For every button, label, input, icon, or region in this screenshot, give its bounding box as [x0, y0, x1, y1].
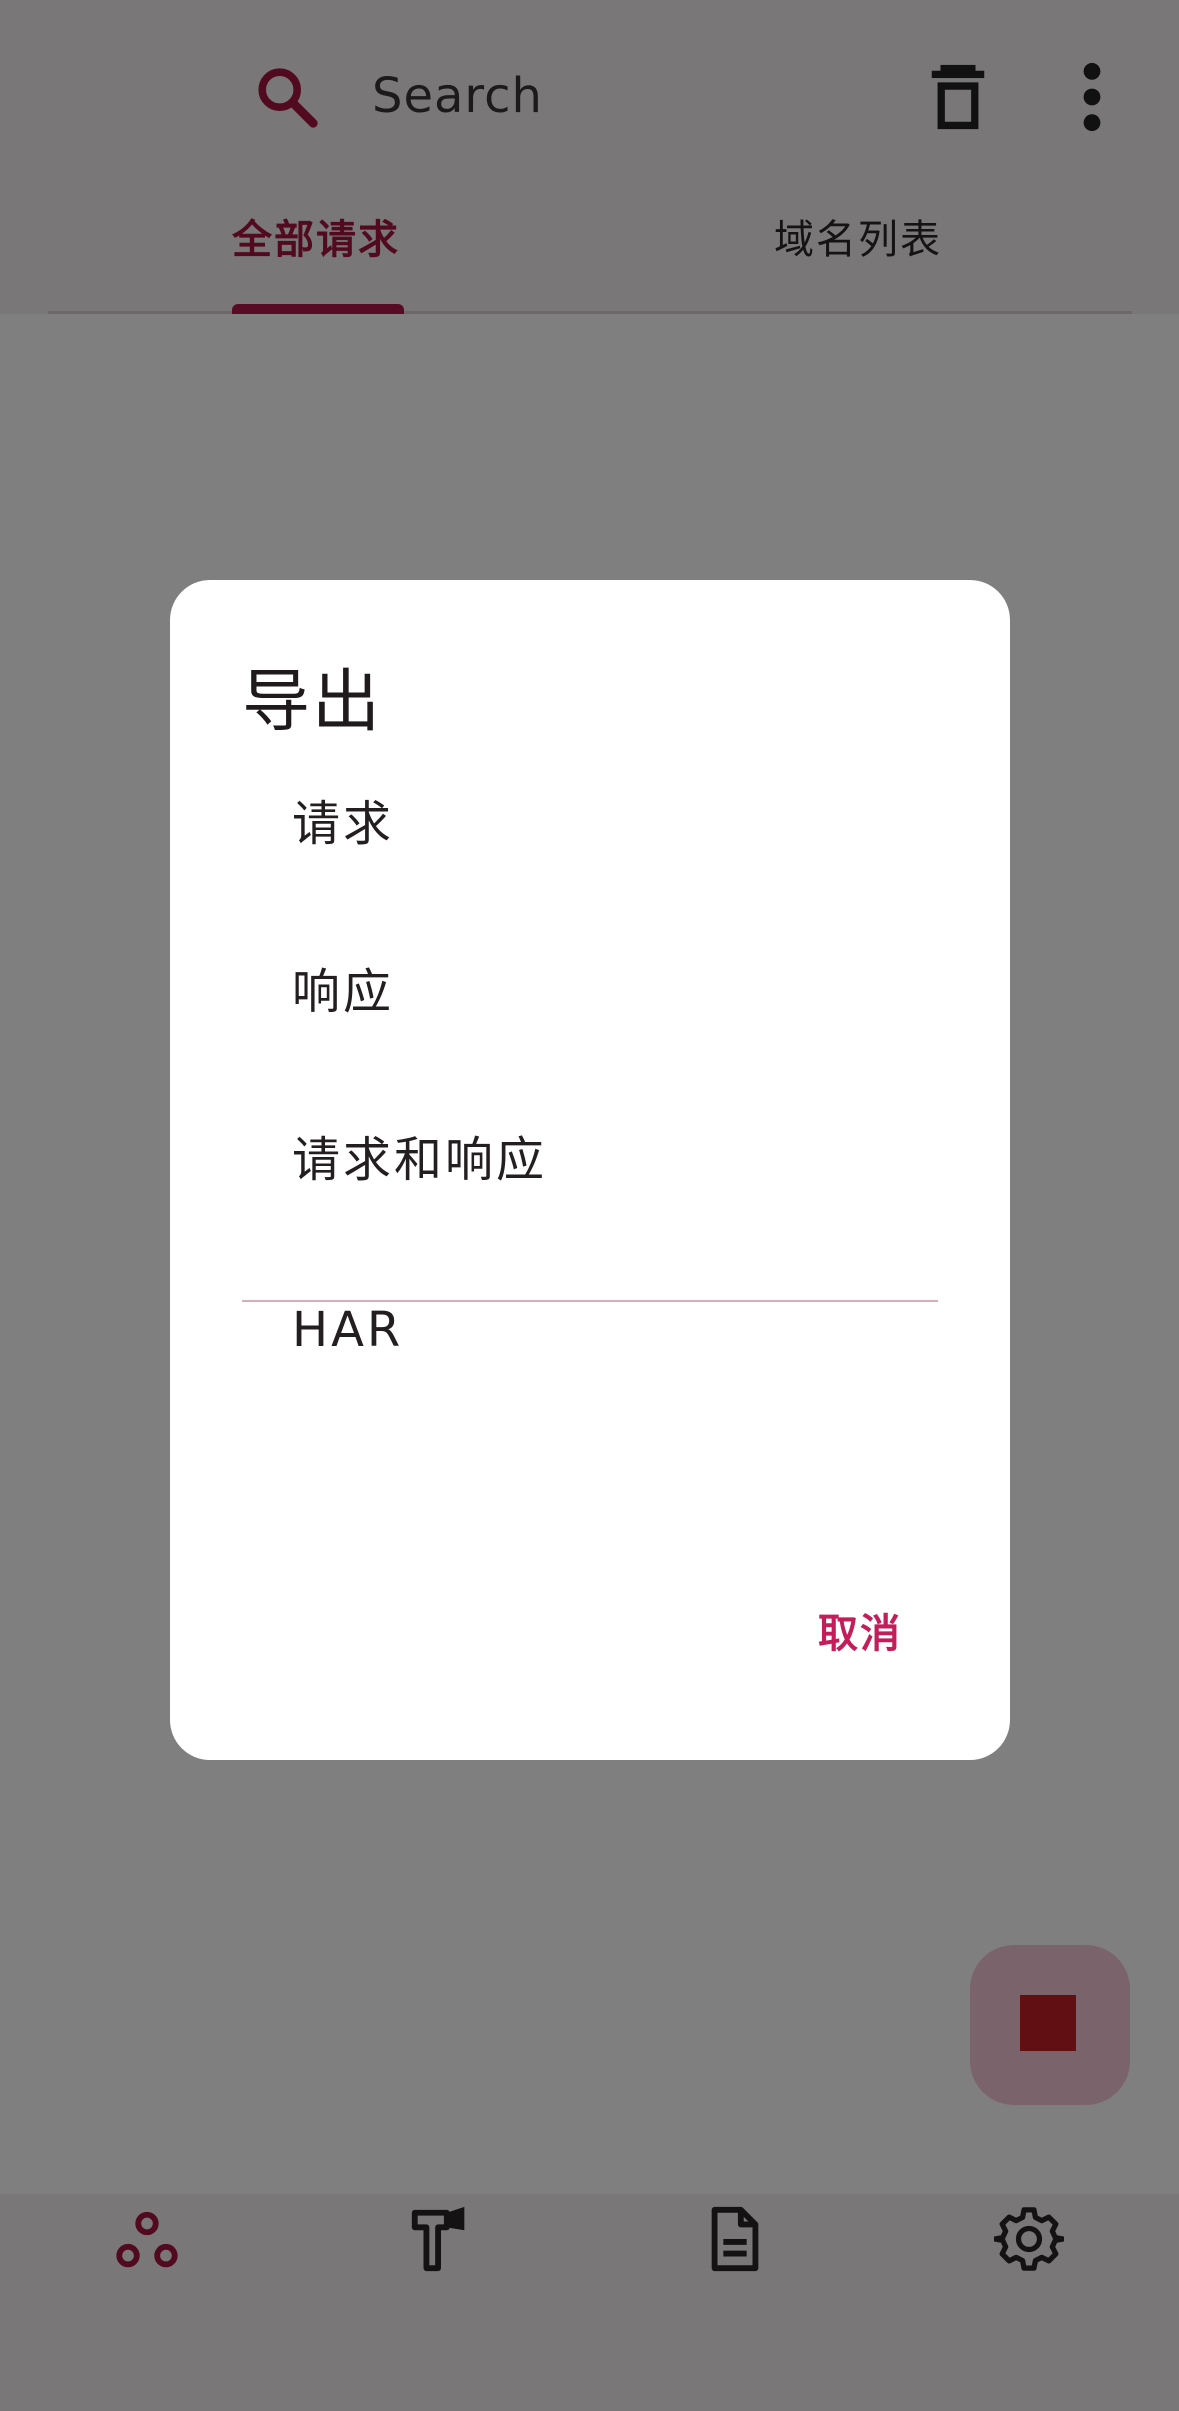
export-option-response-row[interactable]: 响应: [242, 908, 938, 1076]
option-label-request: 请求: [292, 796, 395, 852]
export-option-har-row[interactable]: HAR: [242, 1246, 938, 1414]
app-screen: 全部请求 域名列表: [0, 0, 1179, 2411]
export-option-both-row[interactable]: 请求和响应: [242, 1076, 938, 1244]
option-label-response: 响应: [292, 964, 395, 1020]
option-label-both: 请求和响应: [292, 1132, 548, 1188]
cancel-button[interactable]: 取消: [780, 1580, 940, 1680]
option-label-har: HAR: [292, 1302, 404, 1358]
export-dialog: 导出 请求 响应 请求和响应 HAR 取消: [170, 580, 1010, 1760]
dialog-title: 导出: [242, 663, 383, 742]
export-option-request-row[interactable]: 请求: [242, 740, 938, 908]
